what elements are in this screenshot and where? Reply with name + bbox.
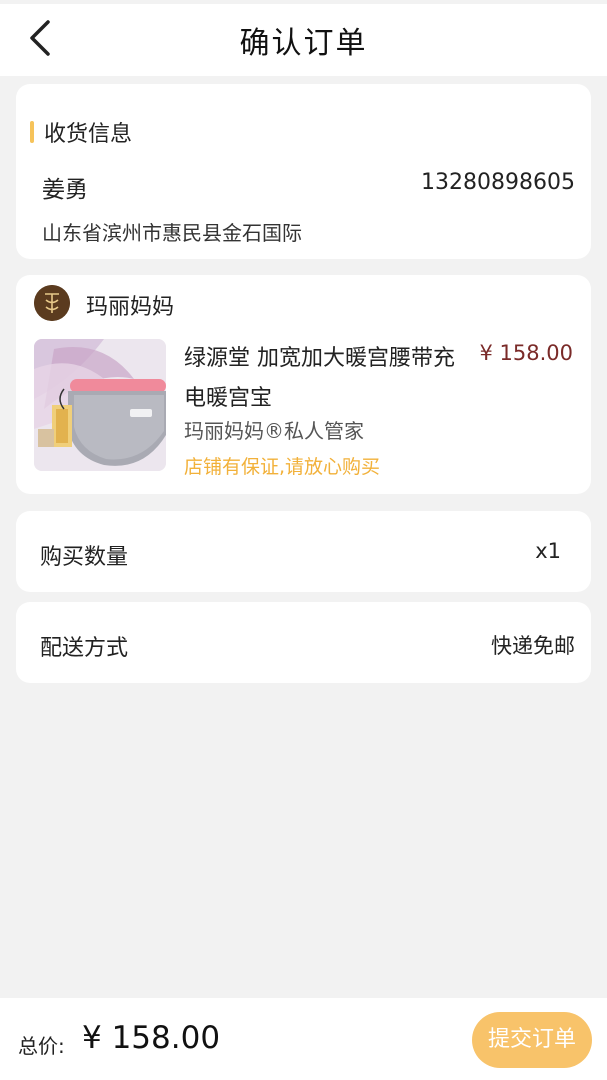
product-price: ¥ 158.00: [479, 341, 573, 365]
shop-name: 玛丽妈妈: [86, 295, 175, 320]
store-guarantee: 店铺有保证,请放心购买: [184, 456, 381, 478]
product-image[interactable]: [34, 339, 166, 471]
receiver-address: 山东省滨州市惠民县金石国际: [42, 221, 302, 245]
delivery-label: 配送方式: [40, 636, 129, 661]
shop-logo: [34, 285, 70, 321]
top-bar: 确认订单: [0, 0, 607, 76]
section-accent-bar: [30, 121, 34, 143]
receiver-name: 姜勇: [42, 177, 88, 203]
receiver-section-title: 收货信息: [44, 122, 133, 147]
receiver-phone: 13280898605: [421, 170, 575, 195]
total-amount: ¥ 158.00: [82, 1020, 221, 1056]
submit-order-button[interactable]: 提交订单: [472, 1012, 592, 1068]
quantity-label: 购买数量: [40, 545, 129, 570]
total-label: 总价:: [18, 1034, 65, 1058]
product-card: 玛丽妈妈 绿源堂 加宽加大暖宫腰带充电暖宫宝 ¥ 158.00 玛丽妈妈®私人管…: [16, 275, 591, 494]
product-title[interactable]: 绿源堂 加宽加大暖宫腰带充电暖宫宝: [184, 339, 474, 419]
delivery-row[interactable]: 配送方式 快递免邮: [16, 602, 591, 683]
bottom-bar: 总价: ¥ 158.00 提交订单: [0, 998, 607, 1080]
page-title: 确认订单: [239, 26, 368, 61]
quantity-row[interactable]: 购买数量 x1: [16, 511, 591, 592]
receiver-card[interactable]: 收货信息 姜勇 13280898605 山东省滨州市惠民县金石国际: [16, 84, 591, 259]
quantity-value: x1: [535, 539, 561, 563]
product-seller: 玛丽妈妈®私人管家: [184, 419, 364, 443]
delivery-value: 快递免邮: [491, 634, 575, 658]
